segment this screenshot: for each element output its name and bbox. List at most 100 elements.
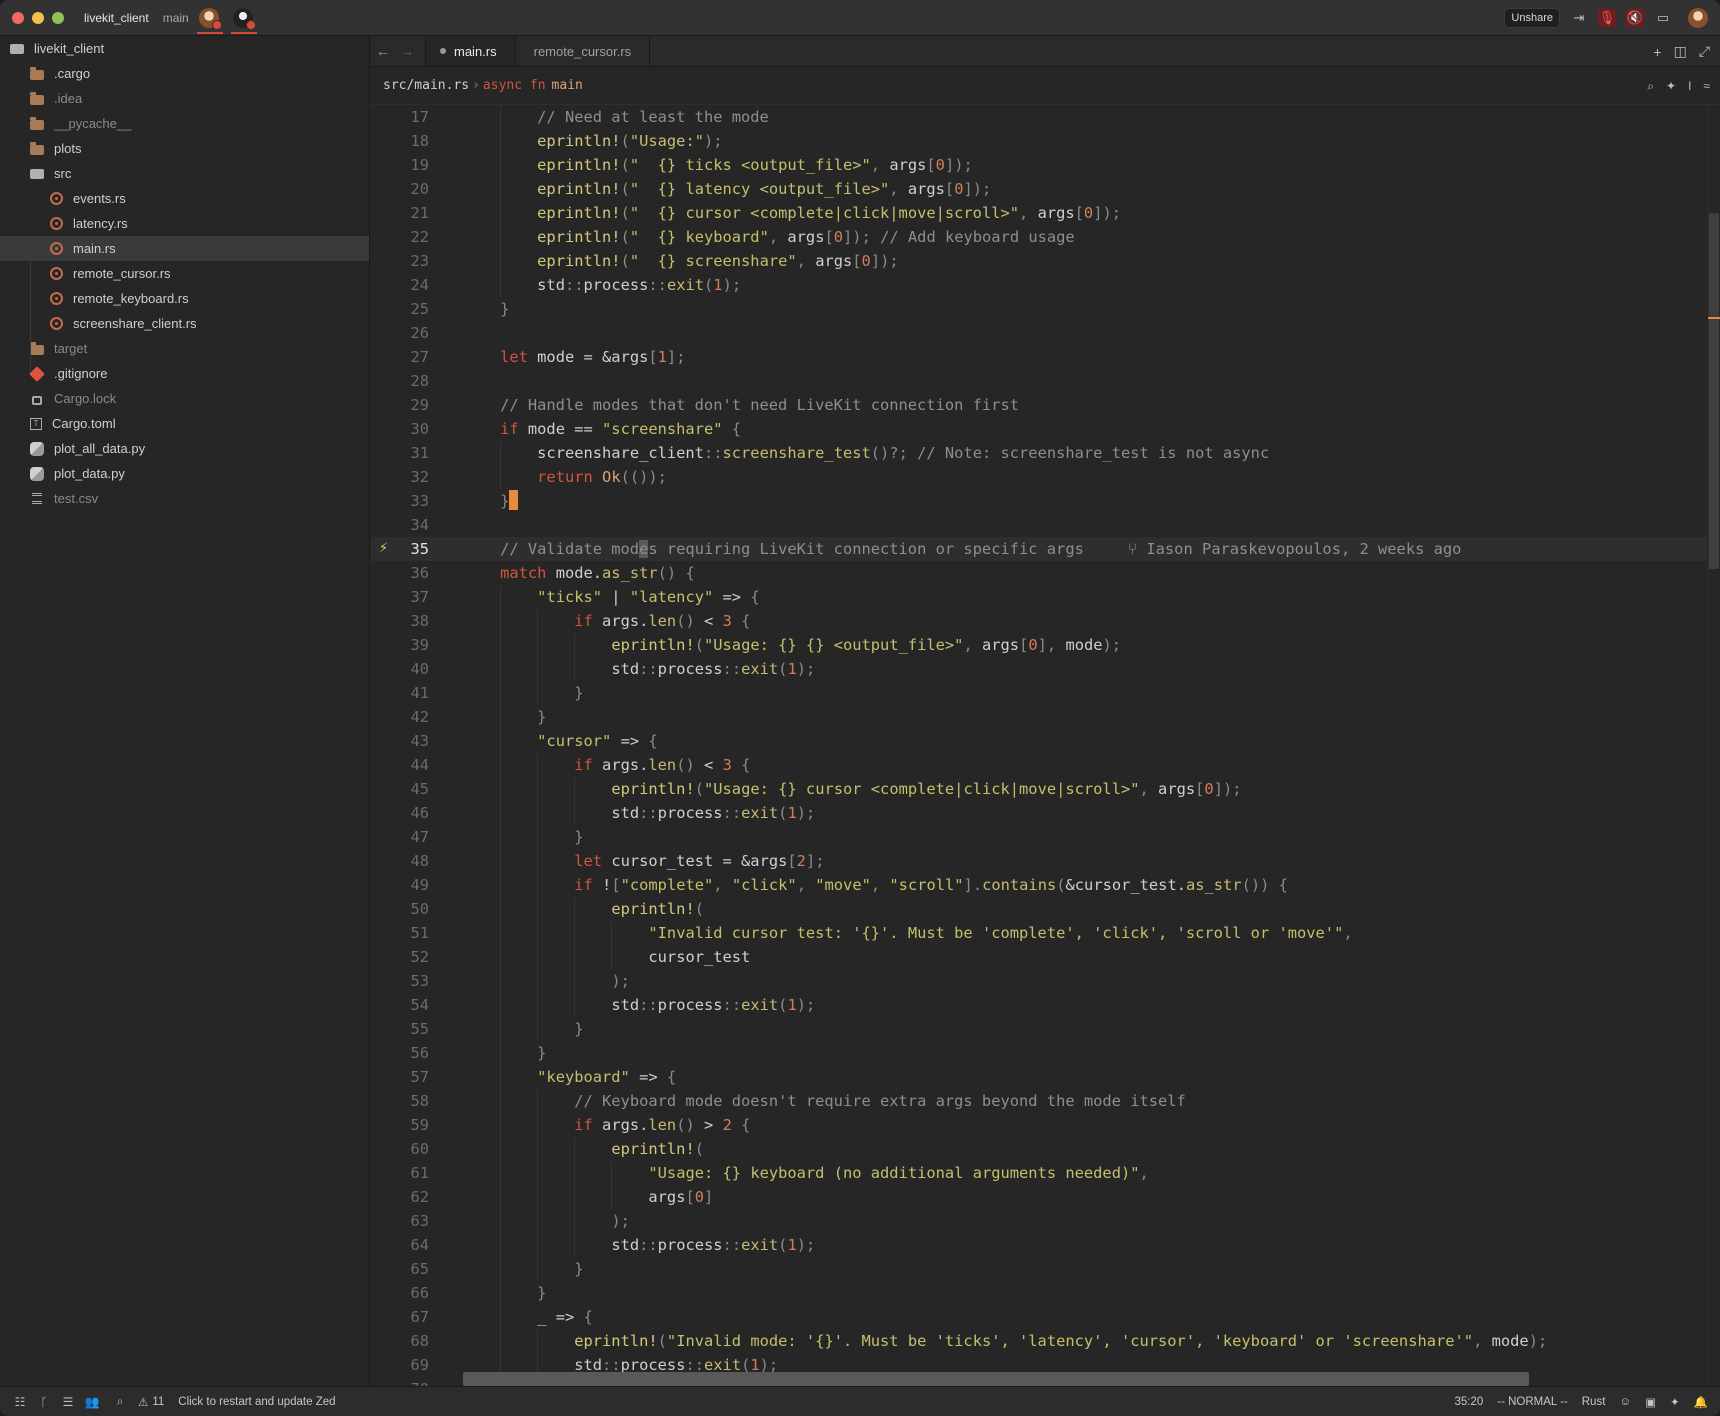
code-line[interactable]: 31 screenshare_client::screenshare_test()… (371, 441, 1707, 465)
split-pane-icon[interactable]: ◫ (1674, 43, 1687, 60)
project-root[interactable]: livekit_client (0, 36, 369, 61)
tree-item[interactable]: latency.rs (0, 211, 369, 236)
tree-item[interactable]: plot_all_data.py (0, 436, 369, 461)
code-line[interactable]: 23 eprintln!(" {} screenshare", args[0]); (371, 249, 1707, 273)
code-line[interactable]: 56} (371, 1041, 1707, 1065)
back-arrow-icon[interactable]: ← (371, 36, 395, 66)
search-icon[interactable]: ⌕ (108, 1394, 132, 1409)
language-selector[interactable]: Rust (1582, 1396, 1606, 1408)
tree-item[interactable]: .idea (0, 86, 369, 111)
code-line[interactable]: 30 if mode == "screenshare" { (371, 417, 1707, 441)
notification-bell-icon[interactable]: 🔔 (1694, 1395, 1708, 1409)
vertical-scrollbar-thumb[interactable] (1709, 213, 1719, 569)
code-line[interactable]: 51 "Invalid cursor test: '{}'. Must be 'c… (371, 921, 1707, 945)
leave-call-icon[interactable]: ⇥ (1570, 9, 1588, 27)
code-line[interactable]: 53); (371, 969, 1707, 993)
code-line[interactable]: 19 eprintln!(" {} ticks <output_file>", a… (371, 153, 1707, 177)
code-line[interactable]: 29 // Handle modes that don't need LiveKi… (371, 393, 1707, 417)
code-line[interactable]: 25} (371, 297, 1707, 321)
project-name[interactable]: livekit_client (84, 11, 149, 25)
tree-item[interactable]: T Cargo.toml (0, 411, 369, 436)
vertical-scrollbar[interactable] (1708, 105, 1720, 1386)
code-line[interactable]: 22 eprintln!(" {} keyboard", args[0]); //… (371, 225, 1707, 249)
code-line[interactable]: 64 std::process::exit(1); (371, 1233, 1707, 1257)
code-line[interactable]: 20 eprintln!(" {} latency <output_file>",… (371, 177, 1707, 201)
collaborator-avatar[interactable] (230, 7, 257, 34)
tree-item[interactable]: .gitignore (0, 361, 369, 386)
code-line[interactable]: 45 eprintln!("Usage: {} cursor <complete|… (371, 777, 1707, 801)
code-line[interactable]: 67 _ => { (371, 1305, 1707, 1329)
horizontal-scrollbar[interactable] (463, 1372, 1529, 1386)
supermaven-icon[interactable]: ▣ (1645, 1395, 1656, 1409)
code-line[interactable]: 55} (371, 1017, 1707, 1041)
code-line[interactable]: 60 eprintln!( (371, 1137, 1707, 1161)
toggle-project-panel-icon[interactable]: ☷ (8, 1395, 32, 1409)
tree-item[interactable]: __pycache__ (0, 111, 369, 136)
code-line[interactable]: 48 let cursor_test = &args[2]; (371, 849, 1707, 873)
code-line[interactable]: 36 match mode.as_str() { (371, 561, 1707, 585)
code-line[interactable]: 34 (371, 513, 1707, 537)
code-line[interactable]: 57 "keyboard" => { (371, 1065, 1707, 1089)
code-line[interactable]: 32 return Ok(()); (371, 465, 1707, 489)
close-window-button[interactable] (12, 11, 24, 24)
code-line[interactable]: 66} (371, 1281, 1707, 1305)
code-line[interactable]: 49 if !["complete", "click", "move", "scr… (371, 873, 1707, 897)
tree-item[interactable]: screenshare_client.rs (0, 311, 369, 336)
tree-item[interactable]: src (0, 161, 369, 186)
code-line[interactable]: 38 if args.len() < 3 { (371, 609, 1707, 633)
unshare-button[interactable]: Unshare (1504, 8, 1560, 28)
code-line[interactable]: 33} (371, 489, 1707, 513)
maximize-pane-icon[interactable]: ⤢ (1699, 43, 1710, 60)
code-line[interactable]: 21 eprintln!(" {} cursor <complete|click|… (371, 201, 1707, 225)
branch-name[interactable]: main (163, 11, 189, 25)
code-line[interactable]: 52 cursor_test (371, 945, 1707, 969)
inline-git-blame[interactable]: ⑂ Iason Paraskevopoulos, 2 weeks ago (1128, 540, 1462, 558)
update-message[interactable]: Click to restart and update Zed (178, 1396, 335, 1408)
code-line[interactable]: 58 // Keyboard mode doesn't require extra… (371, 1089, 1707, 1113)
collaborator-avatar[interactable] (196, 7, 223, 34)
code-line[interactable]: 40 std::process::exit(1); (371, 657, 1707, 681)
code-line[interactable]: 28 (371, 369, 1707, 393)
breadcrumb-file[interactable]: src/main.rs (383, 78, 469, 93)
code-line[interactable]: 24 std::process::exit(1); (371, 273, 1707, 297)
code-line[interactable]: 46 std::process::exit(1); (371, 801, 1707, 825)
editor-settings-icon[interactable]: ≈ (1703, 79, 1710, 93)
speaker-muted-icon[interactable]: 🔇 (1626, 9, 1644, 27)
tree-item[interactable]: .cargo (0, 61, 369, 86)
zoom-window-button[interactable] (52, 11, 64, 24)
git-branch-icon[interactable]: ᚴ (32, 1395, 56, 1409)
tree-item[interactable]: remote_keyboard.rs (0, 286, 369, 311)
tree-item[interactable]: Cargo.lock (0, 386, 369, 411)
tree-item[interactable]: test.csv (0, 486, 369, 511)
assistant-sparkle-icon[interactable]: ✦ (1666, 79, 1676, 93)
text-cursor-icon[interactable]: I (1688, 79, 1691, 93)
assistant-sparkle-icon[interactable]: ✦ (1670, 1395, 1680, 1409)
code-line[interactable]: 27 let mode = &args[1]; (371, 345, 1707, 369)
tree-item[interactable]: plot_data.py (0, 461, 369, 486)
tree-item[interactable]: main.rs (0, 236, 369, 261)
code-editor[interactable]: 17// Need at least the mode 18 eprintln!("… (371, 105, 1720, 1386)
user-menu-avatar[interactable] (1688, 8, 1708, 28)
tab-main-rs[interactable]: main.rs (425, 36, 516, 66)
code-line[interactable]: 39 eprintln!("Usage: {} {} <output_file>"… (371, 633, 1707, 657)
code-line[interactable]: 54 std::process::exit(1); (371, 993, 1707, 1017)
diagnostics-button[interactable]: ⚠ 11 (138, 1395, 164, 1409)
code-line[interactable]: 68 eprintln!("Invalid mode: '{}'. Must be… (371, 1329, 1707, 1353)
code-line[interactable]: 44 if args.len() < 3 { (371, 753, 1707, 777)
collaborators-icon[interactable]: 👥 (80, 1395, 104, 1409)
outline-icon[interactable]: ☰ (56, 1395, 80, 1409)
code-line[interactable]: 18 eprintln!("Usage:"); (371, 129, 1707, 153)
code-line[interactable]: 47} (371, 825, 1707, 849)
code-line[interactable]: 62 args[0] (371, 1185, 1707, 1209)
tab-remote-cursor-rs[interactable]: remote_cursor.rs (516, 36, 651, 66)
code-line[interactable]: 59 if args.len() > 2 { (371, 1113, 1707, 1137)
code-line[interactable]: 65} (371, 1257, 1707, 1281)
minimize-window-button[interactable] (32, 11, 44, 24)
code-line[interactable]: 50 eprintln!( (371, 897, 1707, 921)
code-line[interactable]: 42} (371, 705, 1707, 729)
code-line[interactable]: ⚡ 35// Validate modes requiring LiveKit c… (371, 537, 1707, 561)
tree-item[interactable]: remote_cursor.rs (0, 261, 369, 286)
code-line[interactable]: 17 // Need at least the mode (371, 105, 1707, 129)
code-line[interactable]: 61 "Usage: {} keyboard (no additional arg… (371, 1161, 1707, 1185)
cursor-position[interactable]: 35:20 (1454, 1396, 1483, 1408)
